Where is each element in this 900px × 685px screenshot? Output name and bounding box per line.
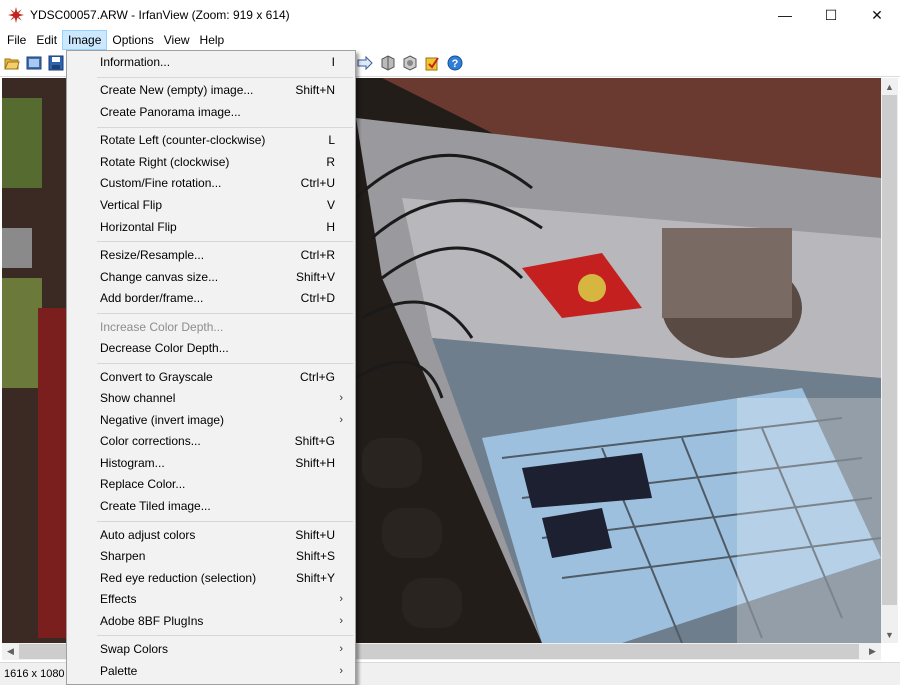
submenu-arrow-icon: › [339, 392, 343, 404]
menu-item-create-tiled-image[interactable]: Create Tiled image... [69, 496, 353, 517]
save-icon[interactable] [48, 55, 64, 71]
menu-separator [97, 635, 353, 636]
zoom-in-icon[interactable] [380, 55, 396, 71]
menu-separator [97, 363, 353, 364]
menu-item-show-channel[interactable]: Show channel › [69, 388, 353, 409]
menu-separator [97, 77, 353, 78]
menu-item-histogram[interactable]: Histogram... Shift+H [69, 453, 353, 474]
menu-item-decrease-color-depth[interactable]: Decrease Color Depth... [69, 338, 353, 359]
menu-item-sharpen[interactable]: Sharpen Shift+S [69, 546, 353, 567]
slideshow-icon[interactable] [26, 55, 42, 71]
menu-item-rotate-right[interactable]: Rotate Right (clockwise) R [69, 152, 353, 173]
menu-item-adobe-8bf-plugins[interactable]: Adobe 8BF PlugIns › [69, 611, 353, 632]
close-button[interactable]: ✕ [854, 0, 900, 30]
menu-help[interactable]: Help [195, 30, 230, 50]
svg-text:?: ? [452, 58, 459, 70]
paint-icon[interactable] [424, 55, 440, 71]
scroll-right-arrow[interactable]: ▶ [864, 643, 881, 660]
zoom-out-icon[interactable] [402, 55, 418, 71]
menu-item-auto-adjust-colors[interactable]: Auto adjust colors Shift+U [69, 525, 353, 546]
image-size-status: 1616 x 1080 x [4, 668, 74, 680]
scroll-down-arrow[interactable]: ▼ [881, 626, 898, 643]
menu-item-convert-grayscale[interactable]: Convert to Grayscale Ctrl+G [69, 367, 353, 388]
image-menu-dropdown: Information... I Create New (empty) image… [66, 50, 356, 685]
submenu-arrow-icon: › [339, 593, 343, 605]
vertical-scrollbar[interactable]: ▲ ▼ [881, 78, 898, 643]
minimize-button[interactable]: — [762, 0, 808, 30]
menu-separator [97, 127, 353, 128]
menu-options[interactable]: Options [107, 30, 158, 50]
scroll-left-arrow[interactable]: ◀ [2, 643, 19, 660]
menu-item-create-panorama[interactable]: Create Panorama image... [69, 102, 353, 123]
submenu-arrow-icon: › [339, 643, 343, 655]
menu-item-change-canvas-size[interactable]: Change canvas size... Shift+V [69, 267, 353, 288]
menu-separator [97, 521, 353, 522]
menu-item-replace-color[interactable]: Replace Color... [69, 474, 353, 495]
menu-item-effects[interactable]: Effects › [69, 589, 353, 610]
menu-edit[interactable]: Edit [31, 30, 62, 50]
menu-bar: File Edit Image Options View Help [0, 30, 900, 50]
menu-separator [97, 241, 353, 242]
submenu-arrow-icon: › [339, 615, 343, 627]
menu-item-increase-color-depth: Increase Color Depth... [100, 320, 224, 334]
window-title: YDSC00057.ARW - IrfanView (Zoom: 919 x 6… [30, 8, 290, 22]
submenu-arrow-icon: › [339, 414, 343, 426]
forward-arrow-icon[interactable] [357, 55, 373, 71]
menu-item-information[interactable]: Information... I [69, 52, 353, 73]
menu-item-red-eye-reduction[interactable]: Red eye reduction (selection) Shift+Y [69, 568, 353, 589]
menu-item-vertical-flip[interactable]: Vertical Flip V [69, 195, 353, 216]
irfanview-app-icon[interactable] [8, 7, 24, 23]
menu-image[interactable]: Image [62, 30, 108, 50]
submenu-arrow-icon: › [339, 665, 343, 677]
menu-item-resize-resample[interactable]: Resize/Resample... Ctrl+R [69, 245, 353, 266]
menu-item-custom-rotation[interactable]: Custom/Fine rotation... Ctrl+U [69, 173, 353, 194]
title-bar: YDSC00057.ARW - IrfanView (Zoom: 919 x 6… [0, 0, 900, 30]
menu-item-swap-colors[interactable]: Swap Colors › [69, 639, 353, 660]
maximize-button[interactable]: ☐ [808, 0, 854, 30]
menu-view[interactable]: View [159, 30, 195, 50]
menu-item-palette[interactable]: Palette › [69, 661, 353, 682]
menu-item-rotate-left[interactable]: Rotate Left (counter-clockwise) L [69, 130, 353, 151]
menu-file[interactable]: File [2, 30, 31, 50]
scroll-up-arrow[interactable]: ▲ [881, 78, 898, 95]
help-icon[interactable]: ? [447, 55, 463, 71]
menu-item-color-corrections[interactable]: Color corrections... Shift+G [69, 431, 353, 452]
menu-item-add-border-frame[interactable]: Add border/frame... Ctrl+D [69, 288, 353, 309]
menu-separator [97, 313, 353, 314]
menu-item-create-new-image[interactable]: Create New (empty) image... Shift+N [69, 80, 353, 101]
open-folder-icon[interactable] [4, 55, 20, 71]
vertical-scroll-thumb[interactable] [882, 95, 897, 605]
menu-item-horizontal-flip[interactable]: Horizontal Flip H [69, 217, 353, 238]
menu-item-negative[interactable]: Negative (invert image) › [69, 410, 353, 431]
